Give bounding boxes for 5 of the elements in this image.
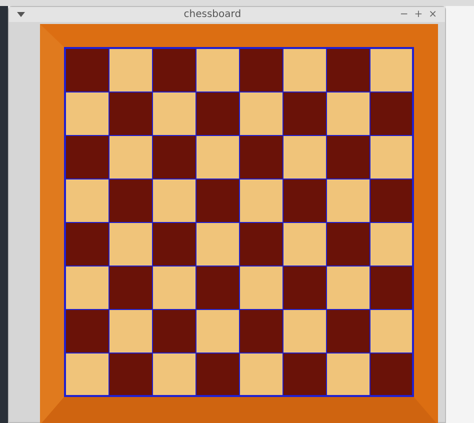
caret-icon[interactable] <box>17 12 25 17</box>
maximize-button[interactable]: + <box>414 10 423 20</box>
close-button[interactable]: × <box>428 10 437 20</box>
minimize-button[interactable]: − <box>400 10 408 20</box>
window-title: chessboard <box>182 10 242 20</box>
